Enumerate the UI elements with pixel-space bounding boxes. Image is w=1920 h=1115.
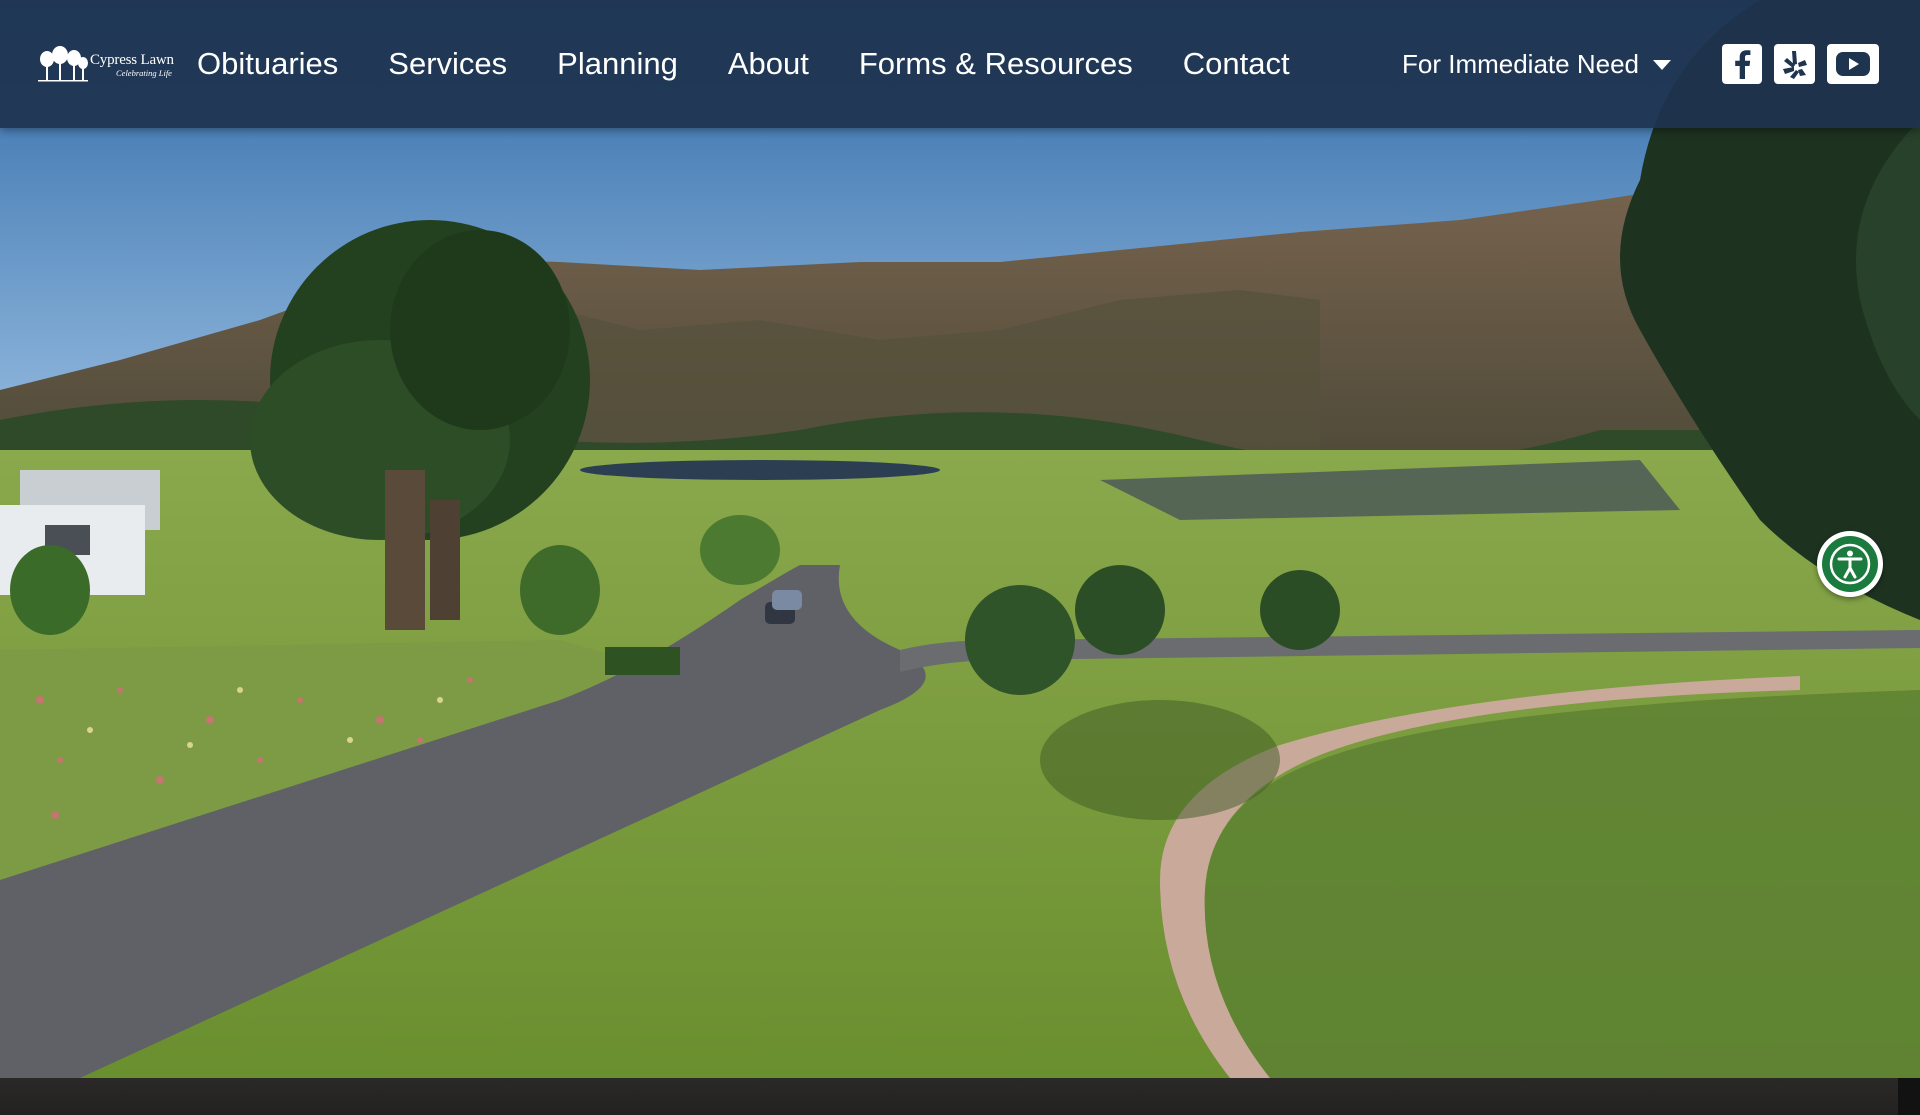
nav-obituaries[interactable]: Obituaries: [197, 40, 338, 88]
immediate-need-label: For Immediate Need: [1402, 48, 1639, 79]
yelp-icon: [1782, 51, 1807, 79]
logo-name: Cypress Lawn: [90, 52, 174, 69]
site-header: Cypress Lawn Celebrating Life Obituaries…: [0, 0, 1920, 128]
nav-contact[interactable]: Contact: [1183, 40, 1290, 88]
hero-video-background: [0, 0, 1920, 1078]
accessibility-icon: [1829, 543, 1871, 585]
cypress-trees-icon: [38, 46, 88, 82]
main-nav: Obituaries Services Planning About Forms…: [197, 40, 1340, 88]
nav-planning[interactable]: Planning: [557, 40, 678, 88]
facebook-button[interactable]: [1722, 44, 1762, 84]
cypress-lawn-logo[interactable]: Cypress Lawn Celebrating Life: [38, 44, 176, 86]
cemetery-landscape-image: [0, 0, 1920, 1078]
yelp-button[interactable]: [1774, 44, 1815, 84]
nav-services[interactable]: Services: [388, 40, 507, 88]
youtube-icon: [1836, 52, 1870, 76]
logo-wordmark: Cypress Lawn Celebrating Life: [90, 52, 174, 78]
accessibility-button[interactable]: [1817, 531, 1883, 597]
bottom-section-band: [0, 1078, 1920, 1115]
nav-forms-resources[interactable]: Forms & Resources: [859, 40, 1133, 88]
nav-about[interactable]: About: [728, 40, 809, 88]
page-edge: [1898, 1078, 1920, 1115]
logo-tagline: Celebrating Life: [116, 68, 172, 79]
immediate-need-dropdown[interactable]: For Immediate Need: [1402, 44, 1671, 84]
caret-down-icon: [1652, 60, 1671, 70]
facebook-icon: [1735, 50, 1751, 79]
accessibility-ring: [1822, 536, 1878, 592]
youtube-button[interactable]: [1827, 44, 1879, 84]
